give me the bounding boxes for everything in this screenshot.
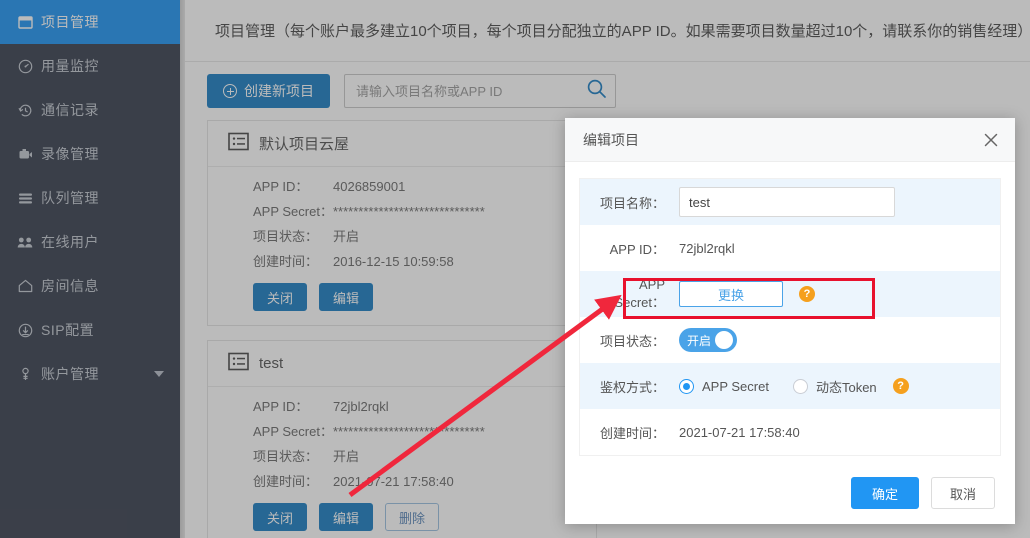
- edit-project-dialog: 编辑项目 项目名称： APP ID： 72jbl2rqkl APP Secret…: [565, 118, 1015, 524]
- dialog-footer: 确定 取消: [565, 462, 1015, 524]
- edit-project-form: 项目名称： APP ID： 72jbl2rqkl APP Secret： 更换 …: [579, 178, 1001, 456]
- dialog-body: 项目名称： APP ID： 72jbl2rqkl APP Secret： 更换 …: [565, 162, 1015, 462]
- project-status-toggle[interactable]: 开启: [679, 328, 737, 352]
- replace-secret-button[interactable]: 更换: [679, 281, 783, 307]
- toggle-label: 开启: [687, 333, 712, 348]
- auth-method-label: 鉴权方式：: [599, 379, 665, 395]
- question-icon[interactable]: ?: [799, 286, 815, 302]
- dialog-title: 编辑项目: [583, 131, 639, 148]
- form-row-app-secret: APP Secret： 更换 ?: [580, 271, 1000, 317]
- toggle-knob: [715, 331, 733, 349]
- app-id-value: 72jbl2rqkl: [679, 240, 735, 256]
- form-row-app-id: APP ID： 72jbl2rqkl: [580, 225, 1000, 271]
- confirm-button[interactable]: 确定: [850, 477, 919, 509]
- dialog-header: 编辑项目: [565, 118, 1015, 162]
- form-row-project-status: 项目状态： 开启: [580, 317, 1000, 363]
- cancel-button[interactable]: 取消: [930, 477, 995, 509]
- app-secret-label: APP Secret：: [614, 277, 665, 310]
- project-status-label: 项目状态：: [599, 333, 665, 349]
- radio-app-secret[interactable]: APP Secret: [679, 378, 769, 394]
- app-root: 项目管理 用量监控 通信记录 录像管理 队列管理 在线用户 房间信息 SIP配置…: [0, 0, 1030, 538]
- project-name-input[interactable]: [679, 187, 895, 217]
- project-name-label: 项目名称：: [599, 195, 665, 211]
- radio-dot-icon: [679, 378, 694, 394]
- radio-label: 动态Token: [815, 379, 877, 395]
- created-time-value: 2021-07-21 17:58:40: [679, 424, 800, 440]
- close-icon[interactable]: [981, 130, 1001, 150]
- radio-dynamic-token[interactable]: 动态Token: [792, 377, 877, 396]
- form-row-project-name: 项目名称：: [580, 179, 1000, 225]
- radio-label: APP Secret: [702, 378, 769, 394]
- form-row-created-time: 创建时间： 2021-07-21 17:58:40: [580, 409, 1000, 455]
- auth-method-radio-group: APP Secret 动态Token: [679, 377, 877, 396]
- radio-dot-icon: [792, 378, 808, 394]
- form-row-auth-method: 鉴权方式： APP Secret 动态Token ?: [580, 363, 1000, 409]
- app-id-label: APP ID：: [609, 241, 665, 257]
- question-icon[interactable]: ?: [892, 378, 909, 394]
- created-time-label: 创建时间：: [599, 425, 665, 441]
